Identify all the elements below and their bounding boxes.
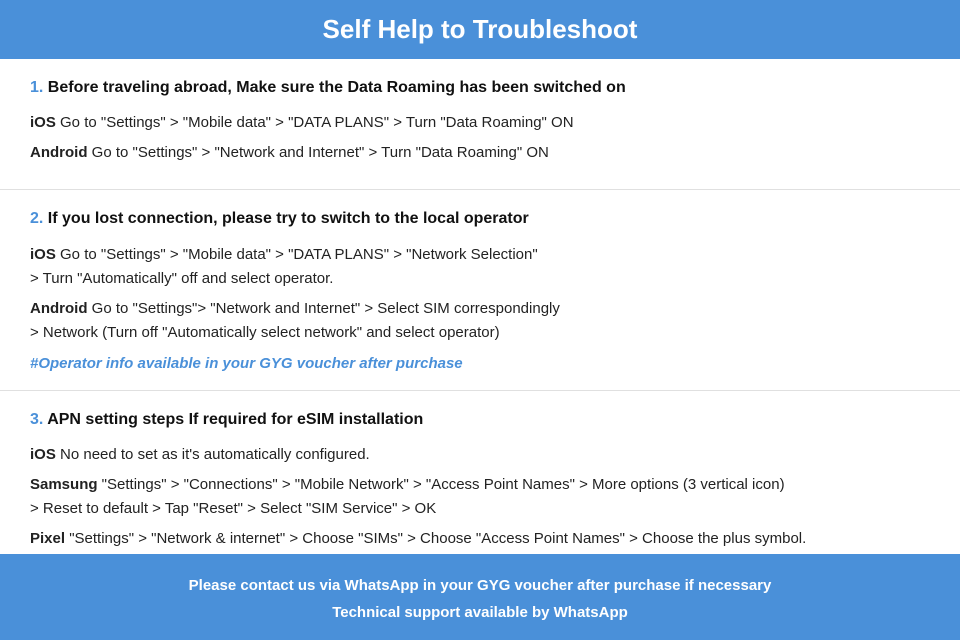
section-1: 1. Before traveling abroad, Make sure th… [0,59,960,190]
platform-label-3-2: Samsung [30,476,98,493]
platform-label-2-2: Android [30,300,88,317]
section-2-link[interactable]: #Operator info available in your GYG vou… [30,355,930,372]
footer-line2: Technical support available by WhatsApp [20,599,940,626]
section-1-title-text: Before traveling abroad, Make sure the D… [48,79,626,96]
platform-label-3-1: iOS [30,446,56,463]
page-title: Self Help to Troubleshoot [20,14,940,45]
section-3-number: 3. [30,411,47,428]
section-2-title: 2. If you lost connection, please try to… [30,208,930,230]
footer-line1: Please contact us via WhatsApp in your G… [20,572,940,599]
section-1-item-2: Android Go to "Settings" > "Network and … [30,141,930,165]
section-2-number: 2. [30,210,48,227]
section-2: 2. If you lost connection, please try to… [0,190,960,390]
section-3: 3. APN setting steps If required for eSI… [0,391,960,576]
section-2-title-text: If you lost connection, please try to sw… [48,210,529,227]
section-3-item-2: Samsung "Settings" > "Connections" > "Mo… [30,473,930,521]
platform-label-1-2: Android [30,144,88,161]
section-1-number: 1. [30,79,48,96]
section-2-item-2: Android Go to "Settings"> "Network and I… [30,297,930,345]
section-1-item-1: iOS Go to "Settings" > "Mobile data" > "… [30,111,930,135]
section-3-title: 3. APN setting steps If required for eSI… [30,409,930,431]
page-footer: Please contact us via WhatsApp in your G… [0,554,960,640]
section-3-title-text: APN setting steps If required for eSIM i… [47,411,423,428]
platform-label-1-1: iOS [30,114,56,131]
platform-label-2-1: iOS [30,246,56,263]
section-3-item-3: Pixel "Settings" > "Network & internet" … [30,527,930,551]
platform-label-3-3: Pixel [30,530,65,547]
section-2-item-1: iOS Go to "Settings" > "Mobile data" > "… [30,243,930,291]
section-1-title: 1. Before traveling abroad, Make sure th… [30,77,930,99]
section-3-item-1: iOS No need to set as it's automatically… [30,443,930,467]
page-header: Self Help to Troubleshoot [0,0,960,59]
